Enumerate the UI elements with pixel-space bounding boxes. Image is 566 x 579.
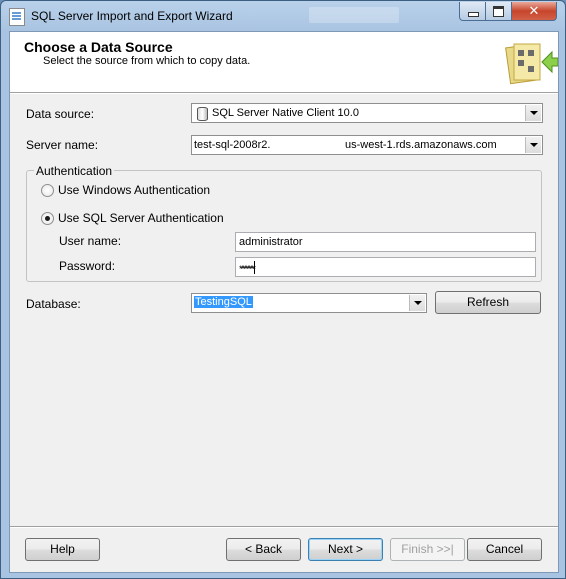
- title-bar[interactable]: SQL Server Import and Export Wizard ✕: [1, 1, 565, 31]
- authentication-legend: Authentication: [34, 164, 115, 178]
- background-window-ghost: [309, 7, 399, 23]
- database-label: Database:: [26, 297, 81, 311]
- close-button[interactable]: ✕: [511, 2, 557, 21]
- next-button[interactable]: Next >: [308, 538, 383, 561]
- chevron-down-icon[interactable]: [525, 137, 541, 153]
- database-icon: [197, 107, 208, 121]
- minimize-icon: [468, 12, 479, 17]
- cancel-button[interactable]: Cancel: [467, 538, 542, 561]
- text-caret: [254, 261, 256, 274]
- back-button[interactable]: < Back: [226, 538, 301, 561]
- data-source-value: SQL Server Native Client 10.0: [212, 107, 359, 119]
- help-button[interactable]: Help: [25, 538, 100, 561]
- username-value: administrator: [239, 236, 303, 248]
- server-name-value-end: us-west-1.rds.amazonaws.com: [345, 139, 497, 151]
- data-source-label: Data source:: [26, 107, 95, 121]
- wizard-header: Choose a Data Source Select the source f…: [10, 32, 558, 92]
- data-source-select[interactable]: SQL Server Native Client 10.0: [191, 103, 543, 123]
- maximize-button[interactable]: [485, 2, 512, 21]
- windows-auth-label[interactable]: Use Windows Authentication: [58, 183, 210, 197]
- username-label: User name:: [59, 234, 122, 248]
- wizard-graphic-icon: [505, 43, 558, 85]
- database-combo[interactable]: TestingSQL: [191, 293, 427, 313]
- footer-separator: [10, 526, 558, 528]
- password-value: **********: [239, 264, 256, 274]
- close-icon: ✕: [528, 3, 540, 18]
- wizard-client-area: Choose a Data Source Select the source f…: [9, 31, 559, 573]
- minimize-button[interactable]: [459, 2, 486, 21]
- server-name-label: Server name:: [26, 138, 99, 152]
- server-name-value-start: test-sql-2008r2.: [194, 139, 271, 151]
- username-input[interactable]: administrator: [235, 232, 536, 252]
- database-value-wrap: TestingSQL: [194, 296, 253, 308]
- sql-auth-label[interactable]: Use SQL Server Authentication: [58, 211, 224, 225]
- window-title: SQL Server Import and Export Wizard: [31, 9, 233, 23]
- sql-auth-radio[interactable]: [41, 212, 54, 225]
- page-title: Choose a Data Source: [24, 39, 173, 55]
- maximize-icon: [493, 6, 504, 17]
- password-label: Password:: [59, 259, 116, 273]
- password-input[interactable]: **********: [235, 257, 536, 277]
- page-subtitle: Select the source from which to copy dat…: [43, 55, 251, 67]
- windows-auth-radio[interactable]: [41, 184, 54, 197]
- database-value: TestingSQL: [194, 296, 253, 308]
- chevron-down-icon[interactable]: [409, 295, 425, 311]
- server-name-combo[interactable]: test-sql-2008r2. us-west-1.rds.amazonaws…: [191, 135, 543, 155]
- finish-button: Finish >>|: [390, 538, 465, 561]
- refresh-button[interactable]: Refresh: [435, 291, 541, 314]
- chevron-down-icon[interactable]: [525, 105, 541, 121]
- header-separator: [10, 92, 558, 94]
- app-icon: [9, 8, 25, 26]
- wizard-window: SQL Server Import and Export Wizard ✕ Ch…: [0, 0, 566, 579]
